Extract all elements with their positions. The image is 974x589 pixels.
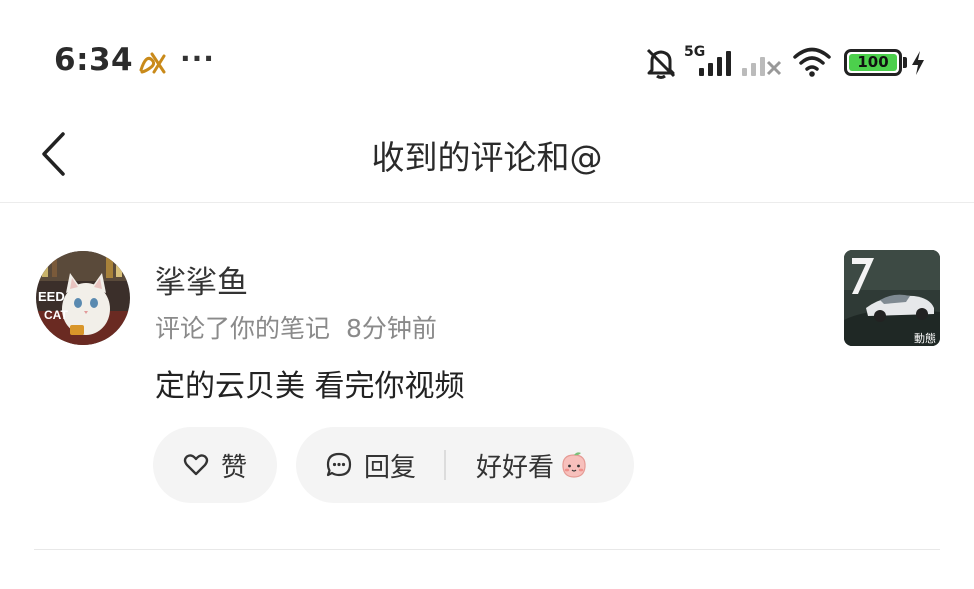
comment-username[interactable]: 挲挲鱼 xyxy=(155,257,248,302)
avatar-text-bottom: CAT xyxy=(44,308,68,322)
reply-actions: 回复 好好看 xyxy=(296,427,634,503)
quick-reply-button[interactable]: 好好看 xyxy=(476,447,588,484)
like-button[interactable]: 赞 xyxy=(153,427,277,503)
comment-item[interactable]: EED CAT 挲挲鱼 评论了你的笔记 8分钟前 定的云贝美 看完你视频 動態 赞 xyxy=(0,204,974,549)
app-notification-icon xyxy=(139,52,166,74)
charging-bolt-icon xyxy=(912,51,924,75)
like-label: 赞 xyxy=(220,452,247,483)
battery-level: 100 xyxy=(849,54,897,71)
avatar-cat-image: EED CAT xyxy=(36,251,130,345)
muted-bell-icon xyxy=(646,48,676,79)
comment-meta: 评论了你的笔记 8分钟前 xyxy=(155,309,437,345)
status-bar: 6:34 ··· 5G 100 xyxy=(0,0,974,125)
list-divider xyxy=(34,549,940,550)
comment-action-text: 评论了你的笔记 xyxy=(155,314,331,343)
reply-button[interactable]: 回复 xyxy=(326,447,416,484)
pill-divider xyxy=(444,450,447,480)
comment-text[interactable]: 定的云贝美 看完你视频 xyxy=(155,361,465,405)
note-thumbnail[interactable]: 動態 xyxy=(844,250,940,346)
avatar[interactable]: EED CAT xyxy=(36,251,130,345)
heart-outline-icon xyxy=(183,454,209,476)
page-title: 收到的评论和@ xyxy=(371,138,603,177)
watermark xyxy=(808,553,968,583)
comment-bubble-icon xyxy=(326,452,352,477)
reply-label: 回复 xyxy=(364,452,417,483)
status-time: 6:34 xyxy=(54,42,134,78)
battery-tip xyxy=(903,57,907,68)
battery-icon: 100 xyxy=(844,49,902,76)
avatar-text-top: EED xyxy=(38,289,65,304)
quick-reply-label: 好好看 xyxy=(476,452,555,483)
nav-bar: 收到的评论和@ xyxy=(0,125,974,203)
wifi-icon xyxy=(793,47,831,77)
blushing-peach-emoji-icon xyxy=(562,452,586,478)
signal-no-sim-icon xyxy=(742,57,782,76)
note-thumbnail-badge: 動態 xyxy=(914,331,936,345)
comment-time: 8分钟前 xyxy=(346,314,437,343)
signal-strength-icon xyxy=(699,51,731,76)
more-notifications-icon: ··· xyxy=(180,42,215,75)
note-thumbnail-image: 動態 xyxy=(844,250,940,346)
